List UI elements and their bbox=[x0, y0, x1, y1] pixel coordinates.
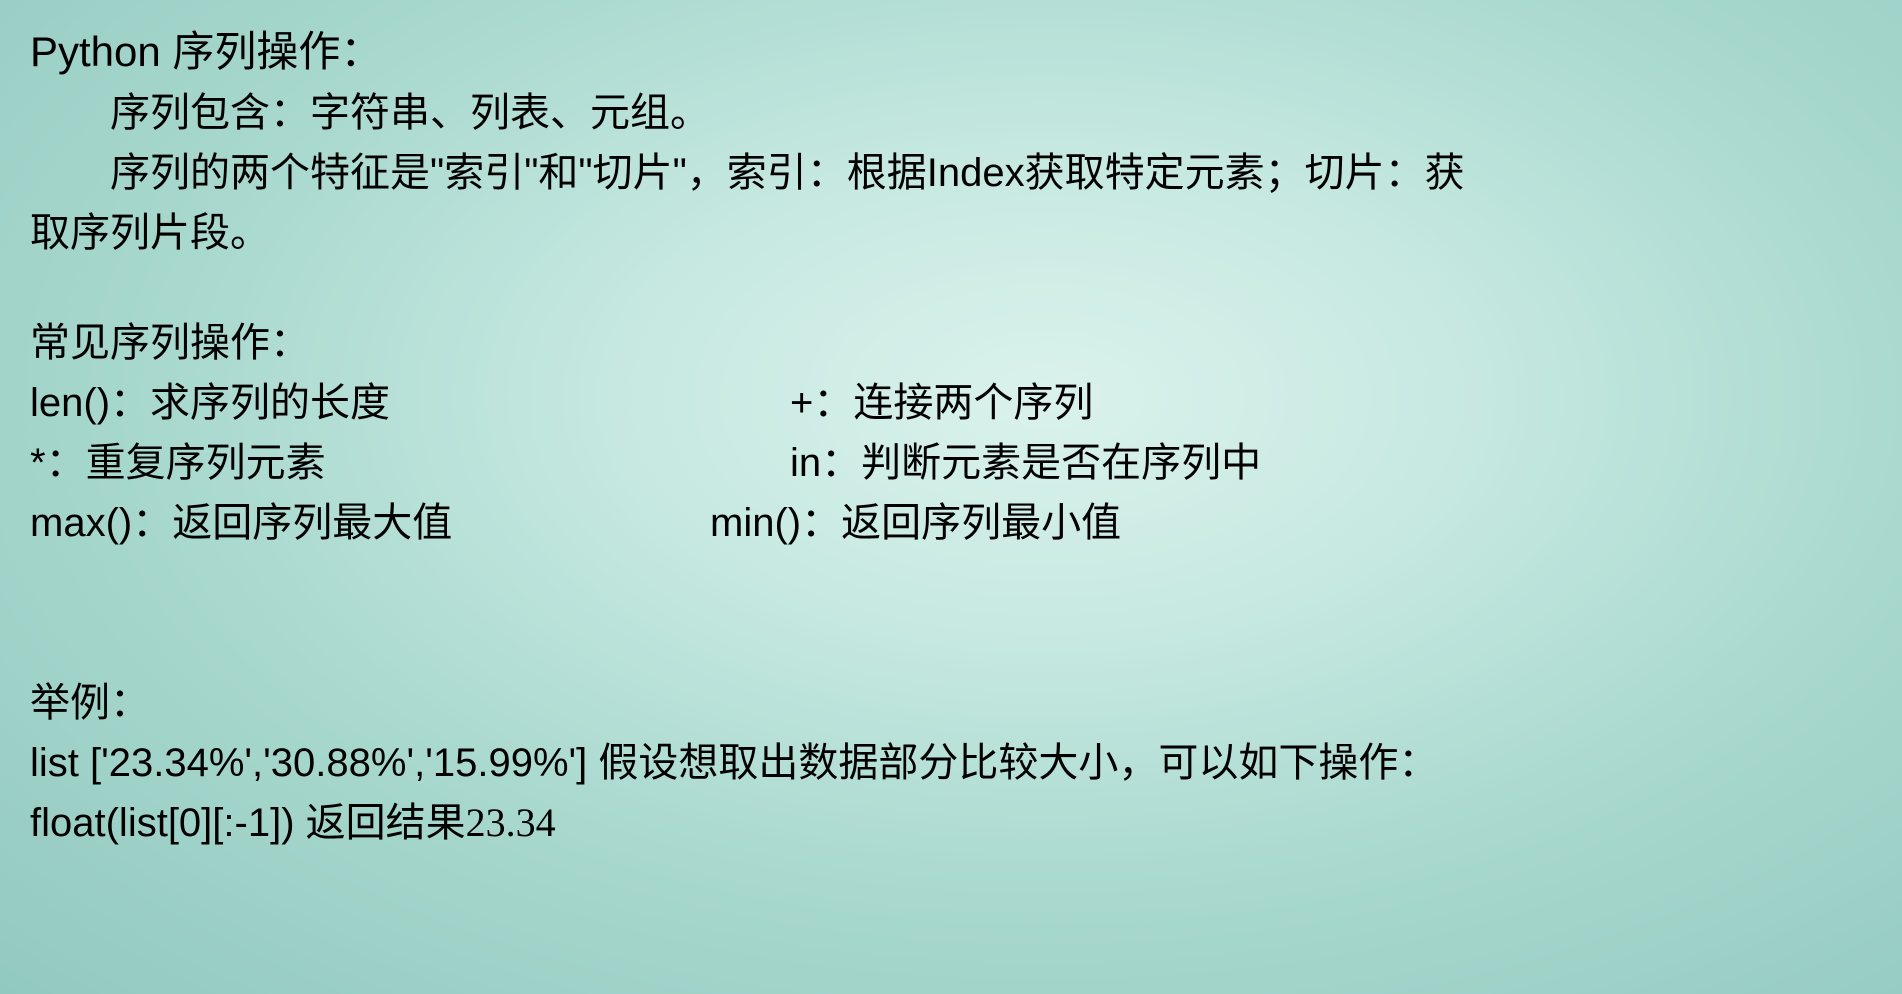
ops-header: 常见序列操作： bbox=[30, 313, 1872, 373]
example-text-2: 返回结果23.34 bbox=[306, 800, 556, 845]
example-code-2: float(list[0][:-1]) bbox=[30, 801, 306, 845]
example-text-1: 假设想取出数据部分比较大小，可以如下操作： bbox=[598, 740, 1438, 785]
op-row-1: len()：求序列的长度 +：连接两个序列 bbox=[30, 373, 1872, 433]
example-label: 举例： bbox=[30, 673, 1872, 733]
op-min-code: min() bbox=[710, 501, 801, 545]
example-line-2: float(list[0][:-1]) 返回结果23.34 bbox=[30, 793, 1872, 853]
op-star: *：重复序列元素 bbox=[30, 433, 790, 493]
op-max: max()：返回序列最大值 bbox=[30, 493, 790, 553]
op-plus: +：连接两个序列 bbox=[790, 373, 1872, 433]
intro-line-2: 序列的两个特征是"索引"和"切片"，索引：根据Index获取特定元素；切片：获 bbox=[30, 143, 1872, 203]
heading-title: Python 序列操作： bbox=[30, 20, 1872, 83]
example-code-1: list ['23.34%','30.88%','15.99%'] bbox=[30, 741, 598, 785]
op-min: min()：返回序列最小值 bbox=[710, 493, 1872, 553]
op-row-3: max()：返回序列最大值 min()：返回序列最小值 bbox=[30, 493, 1872, 553]
op-min-text: ：返回序列最小值 bbox=[801, 500, 1121, 545]
op-row-2: *：重复序列元素 in：判断元素是否在序列中 bbox=[30, 433, 1872, 493]
op-len: len()：求序列的长度 bbox=[30, 373, 790, 433]
example-line-1: list ['23.34%','30.88%','15.99%'] 假设想取出数… bbox=[30, 733, 1872, 793]
intro-line-3: 取序列片段。 bbox=[30, 203, 1872, 263]
intro-line-1: 序列包含：字符串、列表、元组。 bbox=[30, 83, 1872, 143]
op-in: in：判断元素是否在序列中 bbox=[790, 433, 1872, 493]
